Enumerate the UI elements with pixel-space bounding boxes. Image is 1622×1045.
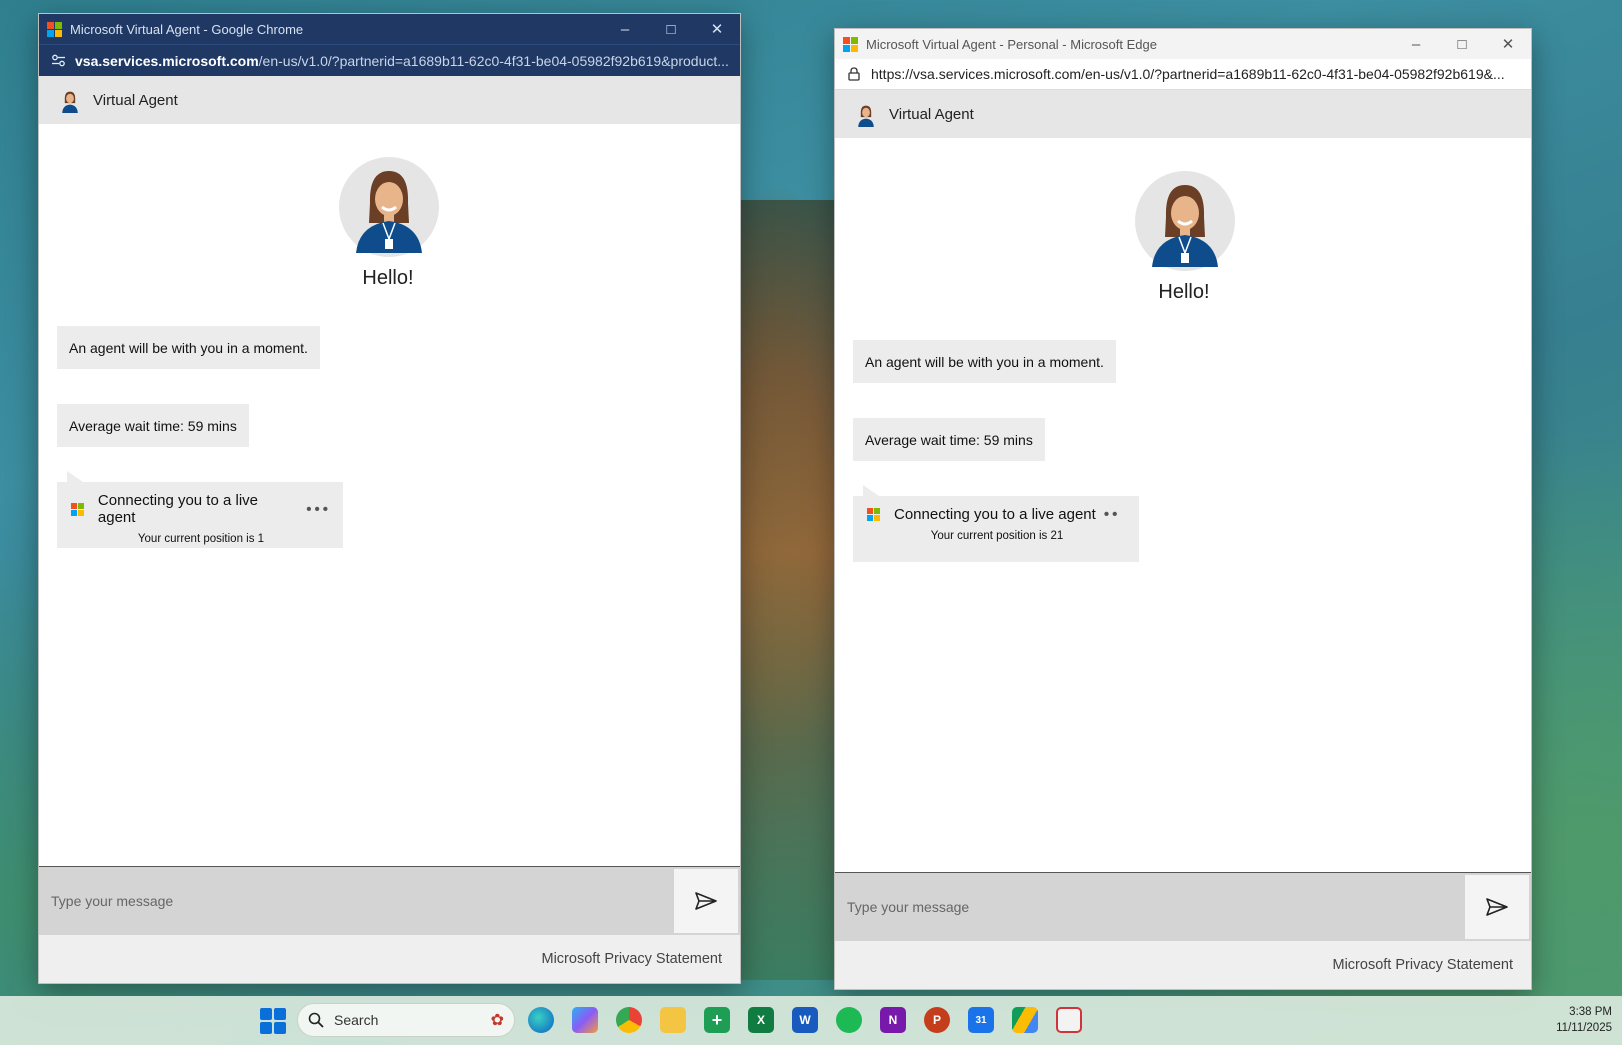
copilot-icon[interactable]: [572, 1007, 598, 1033]
windows-start-icon[interactable]: [260, 1008, 286, 1034]
send-icon: [1486, 898, 1508, 916]
agent-avatar-icon: [853, 101, 879, 127]
connecting-status-card: Connecting you to a live agent •• Your c…: [853, 485, 1139, 562]
excel-icon[interactable]: X: [748, 1007, 774, 1033]
chat-transcript: Hello! An agent will be with you in a mo…: [835, 138, 1531, 873]
edge-window: Microsoft Virtual Agent - Personal - Mic…: [834, 28, 1532, 990]
url-text: https://vsa.services.microsoft.com/en-us…: [871, 66, 1505, 82]
chat-header: Virtual Agent: [39, 76, 740, 124]
url-path: /en-us/v1.0/?partnerid=a1689b11-62c0-4f3…: [258, 52, 729, 69]
site-settings-icon[interactable]: [49, 54, 67, 67]
window-title: Microsoft Virtual Agent - Google Chrome: [70, 21, 304, 37]
calendar-icon[interactable]: 31: [968, 1007, 994, 1033]
taskbar: Search ✿ + X W N P 31 3:38 PM 11/11/2025: [0, 996, 1622, 1045]
powerpoint-icon[interactable]: P: [924, 1007, 950, 1033]
clock-date: 11/11/2025: [1556, 1022, 1612, 1034]
typing-indicator-icon: •••: [306, 500, 331, 518]
connecting-status-text: Connecting you to a live agent: [97, 492, 259, 526]
greeting-text: Hello!: [1158, 281, 1210, 303]
greeting-text: Hello!: [362, 267, 414, 289]
privacy-statement-link[interactable]: Microsoft Privacy Statement: [542, 951, 723, 967]
maximize-icon[interactable]: □: [1439, 29, 1485, 59]
chat-footer: Microsoft Privacy Statement: [835, 941, 1531, 989]
lock-icon[interactable]: [845, 67, 863, 81]
minimize-icon[interactable]: –: [602, 14, 648, 44]
chat-message: Average wait time: 59 mins: [853, 418, 1045, 461]
chrome-titlebar[interactable]: Microsoft Virtual Agent - Google Chrome …: [39, 14, 740, 44]
maximize-icon[interactable]: □: [648, 14, 694, 44]
chrome-icon[interactable]: [616, 1007, 642, 1033]
search-highlight-icon: ✿: [490, 1012, 504, 1029]
chat-footer: Microsoft Privacy Statement: [39, 935, 740, 983]
edge-icon[interactable]: [528, 1007, 554, 1033]
chat-transcript: Hello! An agent will be with you in a mo…: [39, 124, 740, 867]
chat-header-title: Virtual Agent: [889, 105, 974, 123]
send-icon: [695, 892, 717, 910]
send-button[interactable]: [674, 869, 738, 933]
message-input-row: [39, 867, 740, 935]
message-input[interactable]: [39, 867, 672, 935]
system-clock[interactable]: 3:38 PM 11/11/2025: [1556, 1004, 1612, 1036]
typing-indicator-icon: ••: [1103, 506, 1121, 523]
onenote-icon[interactable]: N: [880, 1007, 906, 1033]
search-label: Search: [334, 1012, 379, 1028]
send-button[interactable]: [1465, 875, 1529, 939]
search-icon: [308, 1012, 324, 1028]
queue-position-text: Your current position is 1: [137, 533, 265, 545]
desktop-wallpaper-strip: [736, 200, 836, 980]
connecting-status-card: Connecting you to a live agent ••• Your …: [57, 471, 343, 548]
minimize-icon[interactable]: –: [1393, 29, 1439, 59]
microsoft-logo-icon: [867, 508, 880, 521]
word-icon[interactable]: W: [792, 1007, 818, 1033]
agent-avatar-icon: [1135, 171, 1235, 271]
google-drive-icon[interactable]: [1012, 1007, 1038, 1033]
microsoft-logo-icon: [843, 36, 858, 52]
queue-position-text: Your current position is 21: [930, 530, 1064, 542]
chat-message: An agent will be with you in a moment.: [853, 340, 1116, 383]
address-bar[interactable]: https://vsa.services.microsoft.com/en-us…: [835, 59, 1531, 90]
chat-header: Virtual Agent: [835, 90, 1531, 138]
chat-message: Average wait time: 59 mins: [57, 404, 249, 447]
clock-time: 3:38 PM: [1569, 1006, 1612, 1018]
message-input[interactable]: [835, 873, 1463, 941]
microsoft-logo-icon: [47, 21, 62, 37]
close-icon[interactable]: ✕: [694, 14, 740, 44]
url-host: vsa.services.microsoft.com: [75, 52, 259, 69]
microsoft-logo-icon: [71, 502, 84, 516]
google-sheets-icon[interactable]: +: [704, 1007, 730, 1033]
edge-titlebar[interactable]: Microsoft Virtual Agent - Personal - Mic…: [835, 29, 1531, 59]
taskbar-search-box[interactable]: Search ✿: [297, 1003, 515, 1037]
agent-avatar-icon: [339, 157, 439, 257]
close-icon[interactable]: ✕: [1485, 29, 1531, 59]
message-input-row: [835, 873, 1531, 941]
file-explorer-icon[interactable]: [660, 1007, 686, 1033]
spotify-icon[interactable]: [836, 1007, 862, 1033]
agent-avatar-icon: [57, 87, 83, 113]
privacy-statement-link[interactable]: Microsoft Privacy Statement: [1333, 957, 1514, 973]
chrome-window: Microsoft Virtual Agent - Google Chrome …: [38, 13, 741, 984]
snipping-tool-icon[interactable]: [1056, 1007, 1082, 1033]
chat-header-title: Virtual Agent: [93, 91, 178, 109]
chat-message: An agent will be with you in a moment.: [57, 326, 320, 369]
connecting-status-text: Connecting you to a live agent: [894, 506, 1096, 523]
window-title: Microsoft Virtual Agent - Personal - Mic…: [866, 36, 1157, 52]
address-bar[interactable]: vsa.services.microsoft.com/en-us/v1.0/?p…: [39, 44, 740, 76]
